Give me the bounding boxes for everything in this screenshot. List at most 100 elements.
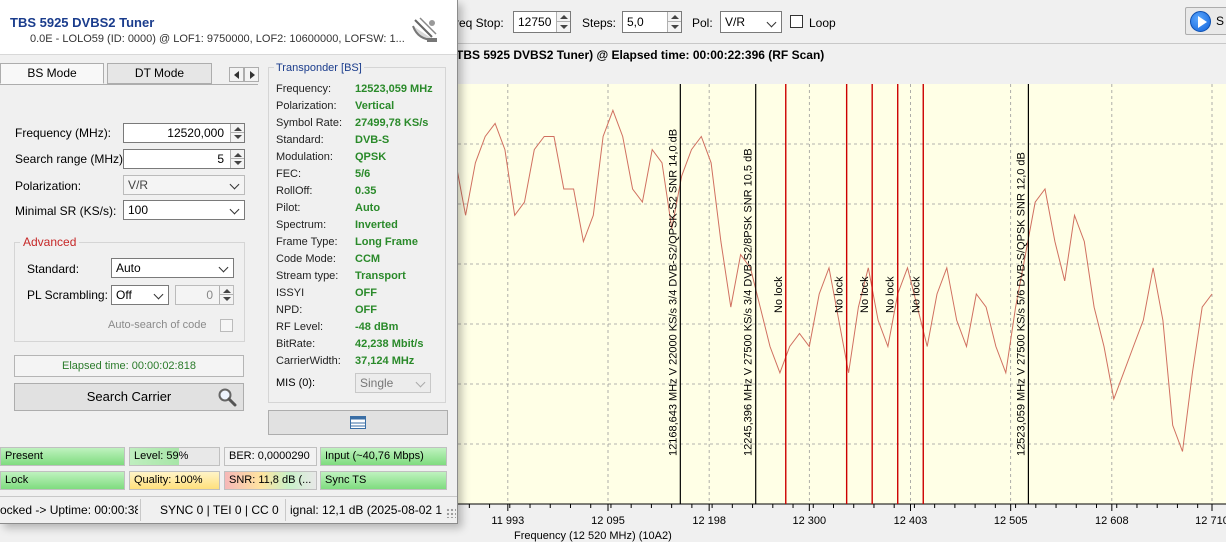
x-tick-label: 12 198: [692, 515, 726, 527]
chevron-down-icon: [229, 204, 240, 215]
transponder-row-key: BitRate:: [276, 338, 316, 350]
transponder-marker-label: 12168,643 MHz V 22000 KS/s 3/4 DVB-S2/QP…: [667, 129, 679, 456]
status-bar: ocked -> Uptime: 00:00:38 SYNC 0 | TEI 0…: [0, 496, 457, 523]
tuner-header: TBS 5925 DVBS2 Tuner 0.0E - LOLO59 (ID: …: [0, 0, 457, 55]
mis-label: MIS (0):: [276, 377, 316, 389]
transponder-row-value: 12523,059 MHz: [355, 83, 433, 95]
frequency-label: Frequency (MHz):: [15, 126, 112, 140]
polarization-value: V/R: [128, 178, 149, 192]
magnifier-icon: [218, 388, 237, 407]
search-range-spinner[interactable]: [230, 150, 244, 168]
standard-label: Standard:: [27, 262, 80, 276]
pl-code-value: 0: [206, 288, 213, 302]
transponder-marker-label: No lock: [834, 276, 846, 313]
transponder-row-value: 5/6: [355, 168, 371, 180]
transponder-marker-label: No lock: [910, 276, 922, 313]
transponder-marker-label: No lock: [773, 276, 785, 313]
chevron-down-icon: [415, 377, 426, 388]
signal-text: ignal: 12,1 dB (2025-08-02 1: [290, 503, 442, 517]
transponder-row-key: Frame Type:: [276, 236, 338, 248]
standard-value: Auto: [116, 261, 141, 275]
chevron-down-icon: [229, 179, 240, 190]
minimal-sr-dropdown[interactable]: 100: [123, 200, 245, 220]
transponder-legend: Transponder [BS]: [274, 62, 364, 74]
search-range-label: Search range (MHz):: [15, 152, 127, 166]
transponder-row-value: CCM: [355, 253, 381, 265]
transponder-row-key: ISSYI: [276, 287, 305, 299]
transponder-row-value: 42,238 Mbit/s: [355, 338, 424, 350]
transponder-row-value: 0.35: [355, 185, 377, 197]
satellite-dish-icon: [412, 17, 437, 42]
transponder-row-key: Code Mode:: [276, 253, 336, 265]
sync-info-text: SYNC 0 | TEI 0 | CC 0: [160, 503, 279, 517]
search-range-value: 5: [217, 152, 224, 166]
uptime-text: ocked -> Uptime: 00:00:38: [0, 503, 138, 517]
x-tick-label: 12 608: [1095, 515, 1129, 527]
polarization-dropdown[interactable]: V/R: [123, 175, 245, 195]
lock-status: Lock: [0, 471, 125, 490]
transponder-row-key: RF Level:: [276, 321, 324, 333]
standard-dropdown[interactable]: Auto: [111, 258, 234, 278]
transponder-row-value: DVB-S: [355, 134, 390, 146]
tab-bs-mode[interactable]: BS Mode: [0, 63, 104, 84]
pl-scrambling-label: PL Scrambling:: [27, 288, 108, 302]
minimal-sr-label: Minimal SR (KS/s):: [15, 204, 117, 218]
tuner-window: TBS 5925 DVBS2 Tuner 0.0E - LOLO59 (ID: …: [0, 0, 458, 524]
tab-scroll-left-icon[interactable]: [229, 67, 244, 82]
pl-scrambling-dropdown[interactable]: Off: [111, 285, 169, 305]
transponder-row-value: 27499,78 KS/s: [355, 117, 429, 129]
tab-dt-mode[interactable]: DT Mode: [107, 63, 212, 84]
advanced-legend: Advanced: [20, 235, 80, 249]
transponder-row-key: Pilot:: [276, 202, 301, 214]
transponder-row-key: Symbol Rate:: [276, 117, 343, 129]
tuner-subtitle: 0.0E - LOLO59 (ID: 0000) @ LOF1: 9750000…: [30, 33, 405, 45]
transponder-row-key: RollOff:: [276, 185, 313, 197]
transponder-row-key: NPD:: [276, 304, 303, 316]
transponder-row-value: -48 dBm: [355, 321, 399, 333]
quality-status: Quality: 100%: [129, 471, 220, 490]
x-tick-label: 12 710: [1195, 515, 1226, 527]
mis-dropdown[interactable]: Single: [355, 373, 431, 393]
polarization-label: Polarization:: [15, 179, 82, 193]
frequency-value: 12520,000: [167, 126, 224, 140]
tuner-title: TBS 5925 DVBS2 Tuner: [10, 15, 155, 30]
transponder-row-key: FEC:: [276, 168, 302, 180]
search-range-input[interactable]: 5: [123, 149, 245, 169]
present-status: Present: [0, 447, 125, 466]
x-tick-label: 12 300: [793, 515, 827, 527]
input-status: Input (~40,76 Mbps): [320, 447, 447, 466]
x-tick-label: 12 505: [994, 515, 1028, 527]
sync-status: Sync TS: [320, 471, 447, 490]
ber-status: BER: 0,0000290: [224, 447, 317, 466]
transponder-row-value: Vertical: [355, 100, 395, 112]
chevron-down-icon: [218, 262, 229, 273]
table-view-button[interactable]: [268, 410, 448, 435]
tab-scroll-right-icon[interactable]: [244, 67, 259, 82]
x-tick-label: 12 403: [894, 515, 928, 527]
transponder-row-value: Long Frame: [355, 236, 418, 248]
snr-status: SNR: 11,8 dB (...: [224, 471, 317, 490]
table-icon: [350, 416, 366, 429]
transponder-row-key: CarrierWidth:: [276, 355, 341, 367]
x-tick-label: 12 095: [591, 515, 625, 527]
resize-grip-icon[interactable]: [446, 508, 456, 518]
transponder-row-value: OFF: [355, 287, 377, 299]
frequency-input[interactable]: 12520,000: [123, 123, 245, 143]
x-tick-label: 11 993: [491, 515, 524, 527]
transponder-row-key: Modulation:: [276, 151, 333, 163]
transponder-marker-label: 12245,396 MHz V 27500 KS/s 3/4 DVB-S2/8P…: [743, 148, 755, 456]
transponder-row-value: Transport: [355, 270, 406, 282]
pl-code-input[interactable]: 0: [175, 285, 234, 305]
auto-search-label: Auto-search of code: [108, 319, 207, 331]
transponder-marker-label: 12523,059 MHz V 27500 KS/s 5/6 DVB-S/QPS…: [1015, 152, 1027, 456]
auto-search-checkbox[interactable]: [220, 319, 233, 332]
minimal-sr-value: 100: [128, 203, 149, 217]
transponder-row-value: Inverted: [355, 219, 398, 231]
transponder-row-value: 37,124 MHz: [355, 355, 415, 367]
frequency-spinner[interactable]: [230, 124, 244, 142]
transponder-row-key: Polarization:: [276, 100, 337, 112]
search-carrier-button[interactable]: Search Carrier: [14, 383, 244, 411]
elapsed-time: Elapsed time: 00:00:02:818: [14, 355, 244, 377]
pl-code-spinner[interactable]: [219, 286, 233, 304]
tab-divider: [0, 84, 258, 85]
